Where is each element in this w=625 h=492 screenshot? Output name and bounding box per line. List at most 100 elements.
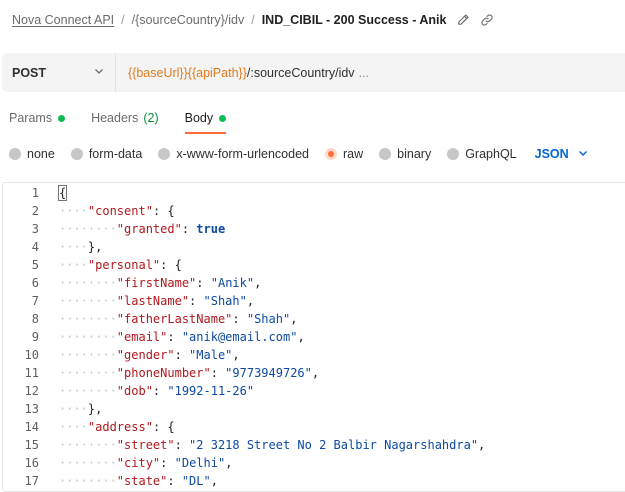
json-punctuation: : [167,474,175,488]
json-key: "street" [116,438,175,452]
code-line[interactable]: 15 ········"street": "2 3218 Street No 2 … [3,436,625,454]
json-key: "email" [116,330,168,344]
json-string: "9773949726" [217,366,312,380]
indent-whitespace: ········ [59,330,117,344]
pencil-icon[interactable] [456,13,470,27]
json-key: "firstName" [116,276,197,290]
line-number: 10 [24,348,39,362]
tab-body[interactable]: Body [184,106,227,134]
body-type-form-data[interactable]: form-data [70,147,142,161]
body-type-none[interactable]: none [9,147,55,161]
body-type-selector: none form-data x-www-form-urlencoded raw… [9,143,589,165]
code-content: ········"street": "2 3218 Street No 2 Ba… [59,436,485,454]
body-indicator-dot [219,114,227,122]
tab-params-label: Params [9,111,53,125]
json-key: "personal" [87,258,161,272]
line-number: 1 [31,186,39,200]
radio-button-selected[interactable] [325,148,337,160]
json-string: "Male" [181,348,233,362]
code-content: { [57,184,68,202]
code-line[interactable]: 2 ····"consent": { [3,202,625,220]
request-bar: POST {{baseUrl}}{{apiPath}}/:sourceCount… [2,53,625,92]
json-punctuation: , [225,456,233,470]
json-punctuation: { [160,204,175,218]
indent-whitespace: ···· [59,258,88,272]
json-key: "consent" [87,204,153,218]
json-string: "Delhi" [167,456,226,470]
code-line[interactable]: 5 ····"personal": { [3,256,625,274]
code-line[interactable]: 10 ········"gender": "Male", [3,346,625,364]
json-punctuation: : [196,276,204,290]
json-punctuation: : [174,438,182,452]
chevron-down-icon [569,147,589,162]
tab-body-label: Body [184,111,214,125]
line-number: 3 [31,222,39,236]
json-punctuation: , [311,366,320,380]
headers-count: (2) [143,111,159,125]
language-select[interactable]: JSON [535,147,589,162]
code-content: ········"lastName": "Shah", [59,292,254,310]
code-line[interactable]: 4 ····}, [3,238,625,256]
indent-whitespace: ········ [59,366,117,380]
code-editor[interactable]: 1{2 ····"consent": {3 ········"granted": t… [2,182,625,492]
radio-button[interactable] [9,148,21,160]
radio-button[interactable] [158,148,171,160]
code-line[interactable]: 14 ····"address": { [3,418,625,436]
code-content: ········"fatherLastName": "Shah", [59,310,297,328]
line-number: 11 [24,366,39,380]
body-type-binary[interactable]: binary [379,147,431,161]
tab-params[interactable]: Params [9,106,66,130]
json-string: "2 3218 Street No 2 Balbir Nagarshahdra" [181,438,479,452]
json-punctuation: , [210,474,218,488]
body-type-graphql[interactable]: GraphQL [447,147,517,161]
code-line[interactable]: 13 ····}, [3,400,625,418]
indent-whitespace: ········ [59,384,117,398]
radio-button[interactable] [379,148,392,160]
line-number: 5 [31,258,39,272]
json-key: "city" [116,456,161,470]
code-line[interactable]: 11 ········"phoneNumber": "9773949726", [3,364,625,382]
code-line[interactable]: 16 ········"city": "Delhi", [3,454,625,472]
body-type-label: raw [343,147,364,161]
code-line[interactable]: 3 ········"granted": true [3,220,625,238]
breadcrumb-folder[interactable]: /{sourceCountry}/idv [132,13,245,27]
json-key: "state" [116,474,168,488]
radio-button[interactable] [70,148,83,160]
tab-headers[interactable]: Headers (2) [91,106,159,130]
json-string: "anik@email.com" [174,330,298,344]
radio-button[interactable] [447,148,460,160]
json-string: "Anik" [203,276,255,290]
json-punctuation: , [254,276,262,290]
body-type-urlencoded[interactable]: x-www-form-urlencoded [158,147,309,161]
indent-whitespace: ···· [59,240,88,254]
code-line[interactable]: 12 ········"dob": "1992-11-26" [3,382,625,400]
indent-whitespace: ········ [59,294,117,308]
code-content: ········"firstName": "Anik", [59,274,261,292]
url-input[interactable]: {{baseUrl}}{{apiPath}}/:sourceCountry/id… [116,66,369,80]
json-punctuation: : [181,222,190,236]
code-line[interactable]: 1{ [3,184,625,202]
json-string: "1992-11-26" [160,384,255,398]
url-path: /:sourceCountry/idv [246,65,355,80]
request-name[interactable]: IND_CIBIL - 200 Success - Anik [262,13,447,27]
method-select[interactable]: POST [2,53,116,92]
code-line[interactable]: 8 ········"fatherLastName": "Shah", [3,310,625,328]
code-content: ········"email": "anik@email.com", [59,328,305,346]
code-line[interactable]: 7 ········"lastName": "Shah", [3,292,625,310]
body-type-raw[interactable]: raw [325,147,363,161]
line-number: 14 [24,420,39,434]
json-key: "gender" [116,348,175,362]
code-content: ····}, [59,400,102,418]
chevron-down-icon [93,65,105,80]
language-label: JSON [534,147,569,161]
url-variables: {{baseUrl}}{{apiPath}} [128,65,247,80]
link-icon[interactable] [480,13,494,27]
breadcrumb-collection[interactable]: Nova Connect API [12,13,114,27]
indent-whitespace: ········ [59,474,117,488]
json-punctuation: { [57,185,68,201]
code-line[interactable]: 6 ········"firstName": "Anik", [3,274,625,292]
json-punctuation: { [167,258,182,272]
code-line[interactable]: 17 ········"state": "DL", [3,472,625,490]
code-line[interactable]: 9 ········"email": "anik@email.com", [3,328,625,346]
line-number: 2 [31,204,39,218]
